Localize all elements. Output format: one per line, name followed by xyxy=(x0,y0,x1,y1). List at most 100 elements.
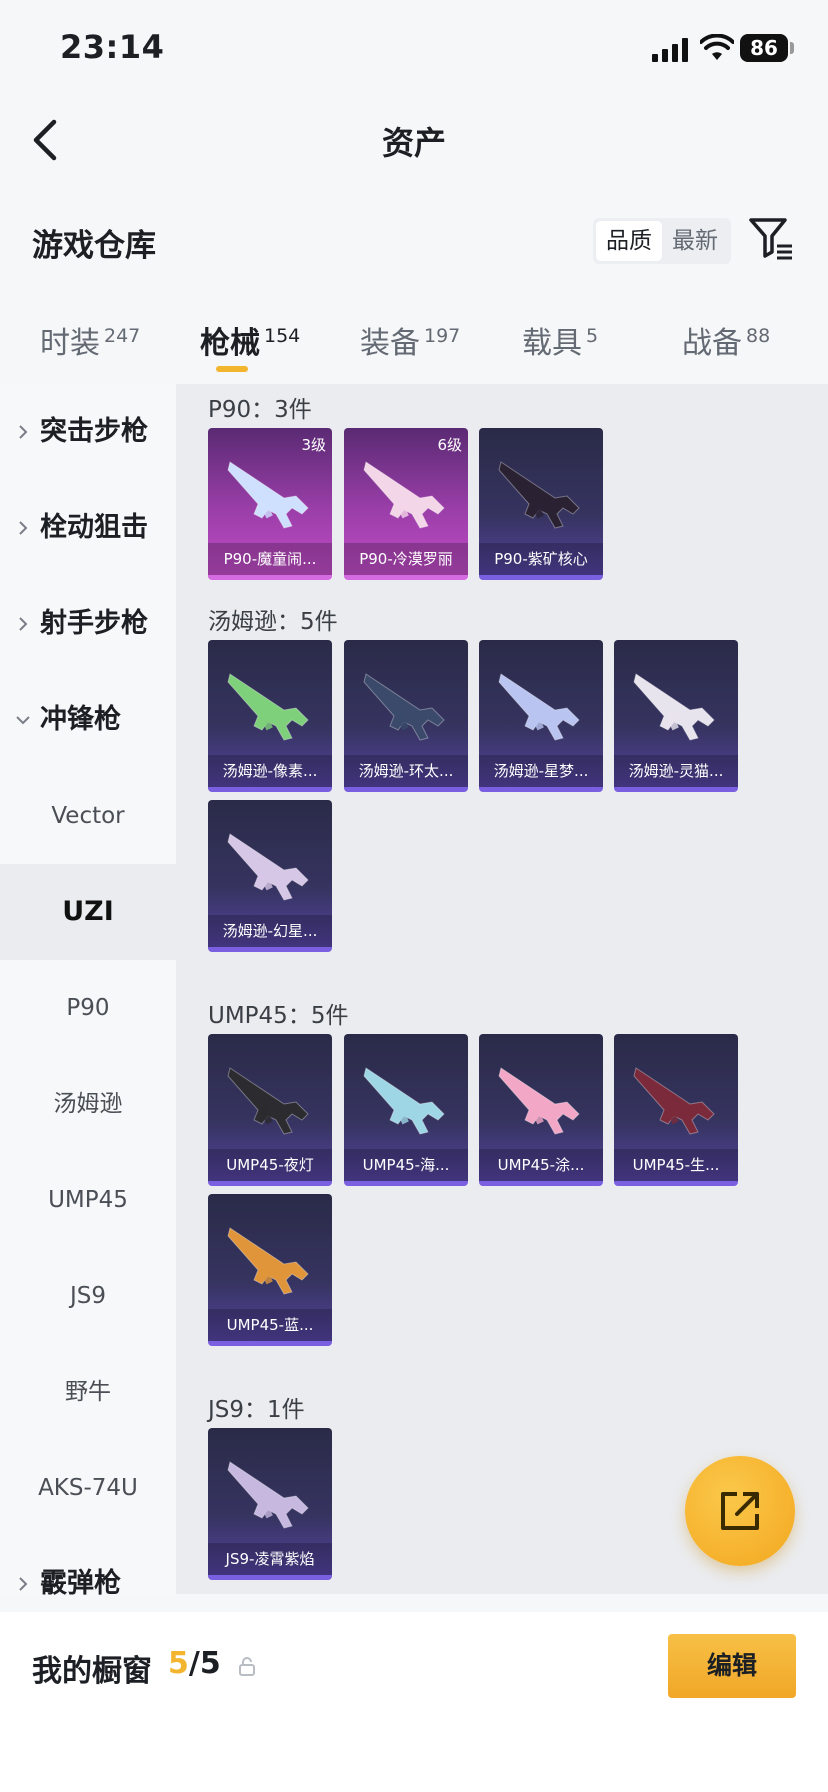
tab-equipment[interactable]: 装备 197 xyxy=(360,318,460,362)
weapon-card[interactable]: UMP45-蓝... xyxy=(208,1194,332,1346)
tab-fashion[interactable]: 时装 247 xyxy=(40,318,140,362)
page-title: 资产 xyxy=(381,124,446,162)
weapon-image xyxy=(363,673,445,741)
sidebar-item-label: 突击步枪 xyxy=(40,416,148,447)
sidebar-item-ump45[interactable]: UMP45 xyxy=(0,1152,176,1248)
weapon-name: 汤姆逊-幻星... xyxy=(208,915,332,947)
weapon-card[interactable]: 汤姆逊-灵猫... xyxy=(614,640,738,792)
tab-supplies[interactable]: 战备 88 xyxy=(682,318,770,362)
group-header-js9: JS9：1件 xyxy=(208,1397,305,1423)
sidebar-item-marksman-rifle[interactable]: 射手步枪 xyxy=(0,576,176,672)
weapon-card[interactable]: UMP45-夜灯 xyxy=(208,1034,332,1186)
weapon-card[interactable]: 3级 P90-魔童闹... xyxy=(208,428,332,580)
chevron-right-icon xyxy=(19,617,28,631)
sidebar-item-bolt-sniper[interactable]: 栓动狙击 xyxy=(0,480,176,576)
group-header-thompson: 汤姆逊：5件 xyxy=(208,609,338,635)
sort-toggle: 品质 最新 xyxy=(593,218,731,264)
section-title: 游戏仓库 xyxy=(32,228,156,264)
sort-quality-button[interactable]: 品质 xyxy=(596,221,662,261)
tab-label: 时装 xyxy=(40,326,100,361)
weapon-image xyxy=(227,1227,309,1295)
sidebar-item-label: 射手步枪 xyxy=(40,608,148,639)
weapon-image xyxy=(363,1067,445,1135)
sidebar-item-label: 冲锋枪 xyxy=(40,704,121,735)
sidebar-item-thompson[interactable]: 汤姆逊 xyxy=(0,1056,176,1152)
tab-count: 5 xyxy=(586,325,599,347)
weapon-card[interactable]: JS9-凌霄紫焰 xyxy=(208,1428,332,1580)
tab-label: 载具 xyxy=(522,326,582,361)
showcase-current: 5 xyxy=(168,1646,189,1681)
sidebar-item-aks74u[interactable]: AKS-74U xyxy=(0,1440,176,1536)
showcase-bar: 我的橱窗 5/5 编辑 xyxy=(0,1612,828,1792)
showcase-total: /5 xyxy=(188,1646,221,1681)
weapon-name: UMP45-夜灯 xyxy=(208,1149,332,1181)
edit-button[interactable]: 编辑 xyxy=(668,1634,796,1698)
share-icon xyxy=(721,1492,759,1530)
weapon-name: UMP45-海... xyxy=(344,1149,468,1181)
sidebar-item-p90[interactable]: P90 xyxy=(0,960,176,1056)
weapon-name: 汤姆逊-环太... xyxy=(344,755,468,787)
weapon-name: JS9-凌霄紫焰 xyxy=(208,1543,332,1575)
weapon-image xyxy=(633,673,715,741)
weapon-name: UMP45-生... xyxy=(614,1149,738,1181)
weapon-name: P90-冷漠罗丽 xyxy=(344,543,468,575)
active-tab-indicator xyxy=(216,366,248,372)
weapon-image xyxy=(363,461,445,529)
tab-count: 154 xyxy=(264,325,301,347)
weapon-image xyxy=(633,1067,715,1135)
sidebar-item-label: 霰弹枪 xyxy=(40,1568,121,1599)
chevron-right-icon xyxy=(19,425,28,439)
weapon-card[interactable]: 汤姆逊-幻星... xyxy=(208,800,332,952)
weapon-image xyxy=(498,1067,580,1135)
weapon-card[interactable]: UMP45-海... xyxy=(344,1034,468,1186)
weapon-grid: P90：3件 汤姆逊：5件 UMP45：5件 JS9：1件 3级 P90-魔童闹.… xyxy=(176,384,828,1594)
share-button[interactable] xyxy=(685,1456,795,1566)
sidebar-item-smg[interactable]: 冲锋枪 xyxy=(0,672,176,768)
sidebar-item-bizon[interactable]: 野牛 xyxy=(0,1344,176,1440)
weapon-name: UMP45-涂... xyxy=(479,1149,603,1181)
battery-icon: 86 xyxy=(740,34,788,62)
weapon-name: P90-紫矿核心 xyxy=(479,543,603,575)
chevron-right-icon xyxy=(19,521,28,535)
tab-label: 战备 xyxy=(682,326,742,361)
tab-guns[interactable]: 枪械 154 xyxy=(200,318,300,362)
sort-newest-button[interactable]: 最新 xyxy=(662,221,728,261)
tab-vehicles[interactable]: 载具 5 xyxy=(522,318,598,362)
showcase-count: 5/5 xyxy=(168,1646,221,1681)
weapon-card[interactable]: UMP45-涂... xyxy=(479,1034,603,1186)
weapon-card[interactable]: UMP45-生... xyxy=(614,1034,738,1186)
weapon-card[interactable]: 汤姆逊-环太... xyxy=(344,640,468,792)
chevron-right-icon xyxy=(19,1577,28,1591)
status-time: 23:14 xyxy=(60,28,165,66)
sidebar-item-js9[interactable]: JS9 xyxy=(0,1248,176,1344)
weapon-image xyxy=(498,673,580,741)
sidebar-item-vector[interactable]: Vector xyxy=(0,768,176,864)
chevron-down-icon xyxy=(16,716,30,725)
tab-count: 88 xyxy=(746,325,771,347)
showcase-label: 我的橱窗 xyxy=(32,1654,152,1689)
weapon-image xyxy=(227,833,309,901)
lock-icon xyxy=(239,1657,255,1676)
group-header-ump45: UMP45：5件 xyxy=(208,1003,349,1029)
weapon-name: 汤姆逊-星梦... xyxy=(479,755,603,787)
wifi-icon xyxy=(700,34,734,60)
weapon-image xyxy=(227,673,309,741)
tab-count: 247 xyxy=(104,325,141,347)
filter-icon[interactable] xyxy=(748,216,794,260)
category-tabs: 时装 247 枪械 154 装备 197 载具 5 战备 88 xyxy=(0,300,828,380)
weapon-name: UMP45-蓝... xyxy=(208,1309,332,1341)
weapon-card[interactable]: 汤姆逊-像素... xyxy=(208,640,332,792)
sidebar-item-assault-rifle[interactable]: 突击步枪 xyxy=(0,384,176,480)
weapon-card[interactable]: P90-紫矿核心 xyxy=(479,428,603,580)
weapon-image xyxy=(227,1067,309,1135)
weapon-image xyxy=(227,1461,309,1529)
weapon-name: P90-魔童闹... xyxy=(208,543,332,575)
weapon-name: 汤姆逊-灵猫... xyxy=(614,755,738,787)
sidebar: 突击步枪 栓动狙击 射手步枪 冲锋枪 Vector UZI P90 汤姆逊 UM… xyxy=(0,384,176,1599)
sidebar-item-uzi[interactable]: UZI xyxy=(0,864,176,960)
group-header-p90: P90：3件 xyxy=(208,397,312,423)
weapon-name: 汤姆逊-像素... xyxy=(208,755,332,787)
tab-count: 197 xyxy=(424,325,461,347)
weapon-card[interactable]: 汤姆逊-星梦... xyxy=(479,640,603,792)
weapon-card[interactable]: 6级 P90-冷漠罗丽 xyxy=(344,428,468,580)
